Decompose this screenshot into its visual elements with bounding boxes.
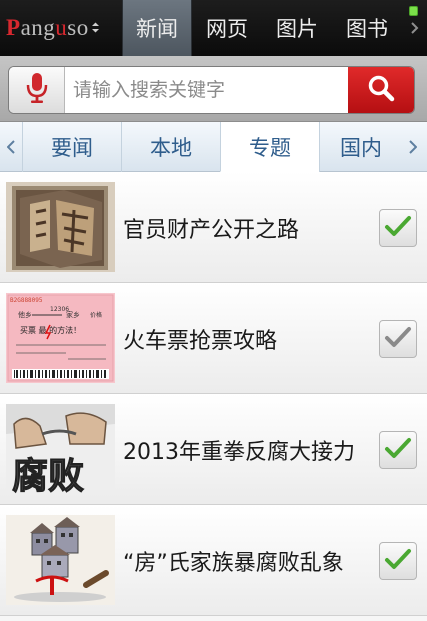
topic-thumbnail bbox=[6, 182, 115, 272]
topic-title: 官员财产公开之路 bbox=[123, 217, 300, 243]
tab-domestic[interactable]: 国内 bbox=[319, 122, 402, 172]
list-item[interactable]: 腐败 2013年重拳反腐大接力 bbox=[0, 394, 427, 505]
tab-topics[interactable]: 专题 bbox=[220, 122, 319, 172]
thumb-anticorruption-text: 腐败 bbox=[12, 455, 84, 494]
tab-local[interactable]: 本地 bbox=[121, 122, 220, 172]
tab-books[interactable]: 图书 bbox=[332, 0, 402, 56]
list-item[interactable]: “房”氏家族暴腐败乱象 bbox=[0, 505, 427, 616]
checkmark-icon bbox=[384, 214, 412, 242]
voice-search-button[interactable] bbox=[9, 67, 65, 113]
topic-thumbnail: B2G888095 他乡 12306 家乡 价格 买票 最 的方法！ bbox=[6, 293, 115, 383]
topic-title: 2013年重拳反腐大接力 bbox=[123, 439, 355, 465]
tab-headlines[interactable]: 要闻 bbox=[22, 122, 121, 172]
search-icon bbox=[367, 74, 395, 106]
tab-news[interactable]: 新闻 bbox=[122, 0, 192, 56]
checkmark-icon bbox=[384, 436, 412, 464]
category-tabs: 新闻 网页 图片 图书 bbox=[122, 0, 402, 56]
tab-images[interactable]: 图片 bbox=[262, 0, 332, 56]
ticket-number: B2G888095 bbox=[10, 297, 43, 304]
svg-text:他乡: 他乡 bbox=[18, 310, 32, 319]
list-item[interactable]: B2G888095 他乡 12306 家乡 价格 买票 最 的方法！ 火车票抢票… bbox=[0, 283, 427, 394]
search-input[interactable] bbox=[65, 67, 348, 113]
brand-switcher[interactable]: Panguso bbox=[0, 0, 122, 56]
top-bar: Panguso 新闻 网页 图片 图书 bbox=[0, 0, 427, 56]
svg-text:家乡: 家乡 bbox=[66, 310, 80, 319]
svg-text:价格: 价格 bbox=[90, 311, 102, 319]
checkmark-icon bbox=[384, 547, 412, 575]
tab-web[interactable]: 网页 bbox=[192, 0, 262, 56]
topic-title: 火车票抢票攻略 bbox=[123, 328, 278, 354]
chevron-down-icon bbox=[91, 22, 100, 34]
chevron-right-icon[interactable] bbox=[402, 122, 424, 172]
topic-thumbnail bbox=[6, 515, 115, 605]
subscribe-toggle[interactable] bbox=[379, 431, 417, 469]
chevron-left-icon[interactable] bbox=[0, 122, 22, 172]
topic-title: “房”氏家族暴腐败乱象 bbox=[123, 550, 344, 576]
topic-thumbnail: 腐败 bbox=[6, 404, 115, 494]
subscribe-toggle[interactable] bbox=[379, 542, 417, 580]
checkmark-icon bbox=[384, 325, 412, 353]
microphone-icon bbox=[26, 72, 48, 108]
brand-logo: Panguso bbox=[6, 15, 89, 40]
search-bar bbox=[0, 56, 427, 122]
list-item[interactable]: 官员财产公开之路 bbox=[0, 172, 427, 283]
subscribe-toggle[interactable] bbox=[379, 320, 417, 358]
search-button[interactable] bbox=[348, 67, 414, 113]
chevron-right-icon[interactable] bbox=[402, 0, 427, 56]
search-box bbox=[8, 66, 415, 114]
sub-tabs: 要闻 本地 专题 国内 bbox=[0, 122, 427, 172]
subscribe-toggle[interactable] bbox=[379, 209, 417, 247]
